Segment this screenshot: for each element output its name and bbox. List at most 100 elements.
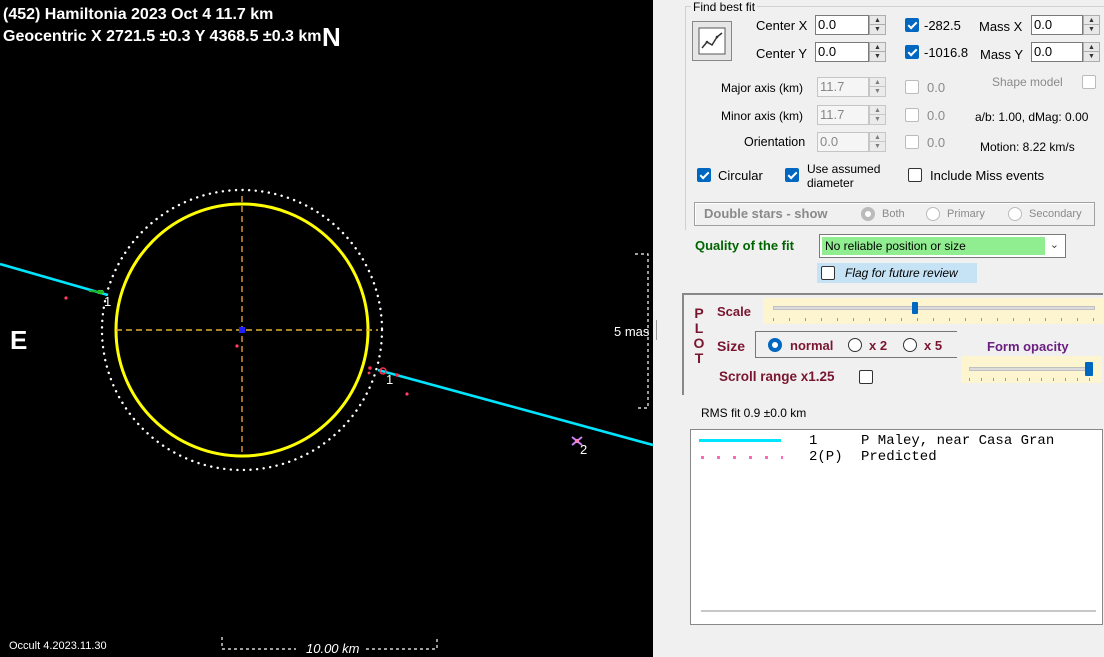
- center-x-checkbox[interactable]: [905, 18, 919, 32]
- chord-label-1-left: 1: [104, 294, 111, 309]
- chord-label-1-right: 1: [386, 372, 393, 387]
- minor-axis-checkbox[interactable]: [905, 108, 919, 122]
- flag-review-label: Flag for future review: [845, 266, 958, 280]
- flag-review-checkbox[interactable]: [821, 266, 835, 280]
- form-opacity-slider[interactable]: [961, 356, 1102, 383]
- mass-y-input[interactable]: 0.0: [1031, 42, 1083, 62]
- east-label: E: [10, 325, 27, 355]
- legend-row-2-num: 2(P): [809, 449, 843, 465]
- find-best-fit-button[interactable]: [692, 21, 732, 61]
- control-panel: Find best fit Center X 0.0 ▲ ▼ -282.5 Mas…: [659, 0, 1104, 657]
- orientation-input[interactable]: 0.0: [817, 132, 869, 152]
- quality-select-value: No reliable position or size: [822, 237, 1045, 255]
- splitter-grip: [656, 320, 657, 340]
- size-x5-radio[interactable]: [903, 338, 917, 352]
- chord-1-right: [377, 368, 653, 447]
- plot-canvas: (452) Hamiltonia 2023 Oct 4 11.7 km Geoc…: [0, 6, 653, 656]
- circular-label: Circular: [718, 168, 763, 183]
- plot-title-line2: Geocentric X 2721.5 ±0.3 Y 4368.5 ±0.3 k…: [3, 28, 322, 45]
- mass-x-input[interactable]: 0.0: [1031, 15, 1083, 35]
- primary-radio[interactable]: [926, 207, 940, 221]
- secondary-label: Secondary: [1029, 208, 1082, 220]
- scroll-range-checkbox[interactable]: [859, 370, 873, 384]
- major-axis-spinner[interactable]: ▲ ▼: [869, 77, 886, 97]
- minor-axis-input[interactable]: 11.7: [817, 105, 869, 125]
- double-stars-label: Double stars - show: [704, 206, 828, 221]
- chevron-down-icon: ⌄: [1049, 239, 1059, 251]
- r-marker-c: [395, 373, 399, 377]
- occultation-plot[interactable]: (452) Hamiltonia 2023 Oct 4 11.7 km Geoc…: [0, 0, 653, 657]
- center-y-spinner[interactable]: ▲ ▼: [869, 42, 886, 62]
- legend-pred-swatch: [701, 456, 783, 459]
- include-miss-label: Include Miss events: [930, 168, 1045, 183]
- version-label: Occult 4.2023.11.30: [9, 640, 107, 652]
- chord-d-tick: [88, 290, 105, 293]
- form-opacity-label: Form opacity: [987, 339, 1069, 354]
- center-point: [239, 327, 245, 333]
- orientation-spinner[interactable]: ▲ ▼: [869, 132, 886, 152]
- shape-model-label: Shape model: [992, 75, 1063, 89]
- size-label: Size: [717, 338, 746, 354]
- fit-chart-icon: [698, 27, 726, 55]
- legend-scrollbar[interactable]: [701, 610, 1096, 612]
- both-radio[interactable]: [861, 207, 875, 221]
- size-normal-label: normal: [790, 338, 834, 353]
- both-label: Both: [882, 208, 905, 220]
- use-assumed-checkbox[interactable]: [785, 168, 799, 182]
- mass-y-spinner[interactable]: ▲ ▼: [1083, 42, 1100, 62]
- rms-fit-text: RMS fit 0.9 ±0.0 km: [701, 406, 807, 420]
- center-y-input[interactable]: 0.0: [815, 42, 869, 62]
- quality-select[interactable]: No reliable position or size ⌄: [819, 234, 1066, 258]
- plot-title-line1: (452) Hamiltonia 2023 Oct 4 11.7 km: [3, 6, 273, 23]
- r-marker-a: [368, 366, 372, 370]
- scale-slider[interactable]: [763, 298, 1104, 324]
- orientation-checkbox[interactable]: [905, 135, 919, 149]
- major-axis-label: Major axis (km): [721, 81, 804, 95]
- center-y-label: Center Y: [756, 46, 808, 61]
- minor-axis-label: Minor axis (km): [721, 109, 804, 123]
- secondary-radio[interactable]: [1008, 207, 1022, 221]
- mas-scale-label: 5 mas: [614, 324, 650, 339]
- major-axis-input[interactable]: 11.7: [817, 77, 869, 97]
- north-label: N: [322, 22, 341, 52]
- minor-axis-result: 0.0: [927, 108, 946, 123]
- center-y-result: -1016.8: [924, 45, 969, 60]
- pred-dot-mid: [367, 371, 371, 375]
- legend-row-1-num: 1: [809, 433, 818, 449]
- center-x-input[interactable]: 0.0: [815, 15, 869, 35]
- orientation-label: Orientation: [744, 135, 806, 149]
- km-scale-label: 10.00 km: [306, 641, 360, 656]
- major-axis-result: 0.0: [927, 80, 946, 95]
- find-best-fit-title: Find best fit: [691, 0, 758, 14]
- mass-x-spinner[interactable]: ▲ ▼: [1083, 15, 1100, 35]
- pred-dot-right: [405, 392, 409, 396]
- ab-dmag-text: a/b: 1.00, dMag: 0.00: [975, 110, 1089, 124]
- size-x2-radio[interactable]: [848, 338, 862, 352]
- primary-label: Primary: [947, 208, 985, 220]
- legend-row-1-text: P Maley, near Casa Gran: [861, 433, 1055, 449]
- center-pred-dot: [235, 344, 239, 348]
- scale-slider-track: [773, 306, 1095, 310]
- opacity-slider-ticks: [969, 378, 1093, 381]
- major-axis-checkbox[interactable]: [905, 80, 919, 94]
- opacity-slider-thumb[interactable]: [1085, 362, 1094, 376]
- circular-checkbox[interactable]: [697, 168, 711, 182]
- center-y-checkbox[interactable]: [905, 45, 919, 59]
- orientation-result: 0.0: [927, 135, 946, 150]
- plot-side-label: P L O T: [693, 305, 705, 366]
- opacity-slider-track: [969, 367, 1093, 371]
- center-x-spinner[interactable]: ▲ ▼: [869, 15, 886, 35]
- minor-axis-spinner[interactable]: ▲ ▼: [869, 105, 886, 125]
- chord-label-2: 2: [580, 442, 587, 457]
- scale-slider-thumb[interactable]: [911, 302, 918, 314]
- include-miss-checkbox[interactable]: [908, 168, 922, 182]
- mass-y-label: Mass Y: [980, 47, 1024, 62]
- scale-label: Scale: [717, 304, 751, 319]
- legend-chord-swatch: [699, 439, 781, 442]
- size-x5-label: x 5: [924, 338, 943, 353]
- observer-legend-list[interactable]: 1 P Maley, near Casa Gran 2(P) Predicted: [690, 429, 1103, 625]
- scroll-range-label: Scroll range x1.25: [719, 369, 835, 384]
- use-assumed-label: Use assumed diameter: [807, 162, 881, 190]
- shape-model-checkbox[interactable]: [1082, 75, 1096, 89]
- size-normal-radio[interactable]: [768, 338, 782, 352]
